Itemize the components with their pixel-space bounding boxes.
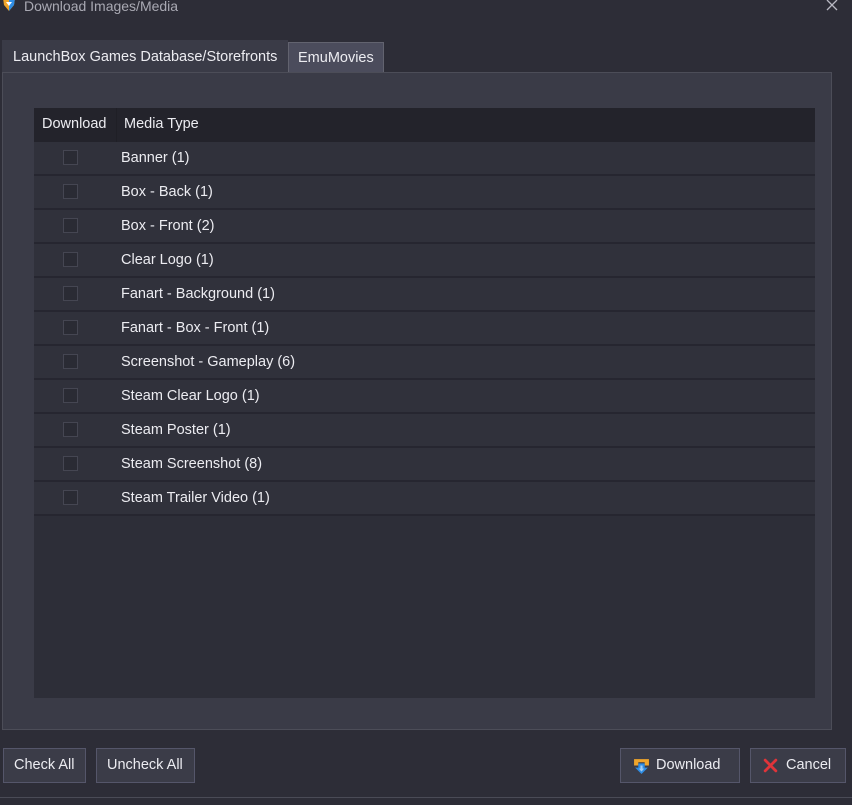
download-checkbox[interactable]: [63, 388, 78, 403]
tab-emumovies[interactable]: EmuMovies: [288, 42, 384, 72]
media-type-label: Fanart - Background (1): [121, 286, 275, 302]
tab-launchbox-database[interactable]: LaunchBox Games Database/Storefronts: [2, 40, 288, 73]
title-bar: Download Images/Media: [0, 0, 852, 14]
table-row[interactable]: Fanart - Box - Front (1): [34, 312, 815, 346]
table-row[interactable]: Banner (1): [34, 142, 815, 176]
media-type-label: Steam Screenshot (8): [121, 456, 263, 472]
media-type-label: Banner (1): [121, 150, 190, 166]
uncheck-all-button[interactable]: Uncheck All: [96, 748, 195, 783]
media-type-label: Screenshot - Gameplay (6): [121, 354, 296, 370]
window-bottom-border: [0, 797, 852, 798]
column-header-media-type[interactable]: Media Type: [124, 116, 199, 132]
table-row[interactable]: Box - Front (2): [34, 210, 815, 244]
table-row[interactable]: Steam Clear Logo (1): [34, 380, 815, 414]
grid-header: Download Media Type: [34, 108, 815, 142]
window-title: Download Images/Media: [24, 0, 179, 14]
table-row[interactable]: Steam Screenshot (8): [34, 448, 815, 482]
table-row[interactable]: Clear Logo (1): [34, 244, 815, 278]
table-row[interactable]: Screenshot - Gameplay (6): [34, 346, 815, 380]
media-type-label: Steam Clear Logo (1): [121, 388, 260, 404]
media-type-label: Box - Back (1): [121, 184, 213, 200]
media-type-label: Fanart - Box - Front (1): [121, 320, 270, 336]
download-checkbox[interactable]: [63, 320, 78, 335]
download-arrow-icon: [634, 759, 649, 774]
media-type-label: Steam Trailer Video (1): [121, 490, 270, 506]
red-x-icon: [763, 758, 778, 773]
table-row[interactable]: Steam Trailer Video (1): [34, 482, 815, 516]
download-checkbox[interactable]: [63, 286, 78, 301]
download-button[interactable]: Download: [620, 748, 740, 783]
download-checkbox[interactable]: [63, 218, 78, 233]
table-row[interactable]: Fanart - Background (1): [34, 278, 815, 312]
download-checkbox[interactable]: [63, 422, 78, 437]
download-checkbox[interactable]: [63, 490, 78, 505]
cancel-button[interactable]: Cancel: [750, 748, 846, 783]
table-row[interactable]: Steam Poster (1): [34, 414, 815, 448]
download-checkbox[interactable]: [63, 150, 78, 165]
cancel-button-label: Cancel: [786, 757, 832, 773]
media-type-label: Box - Front (2): [121, 218, 215, 234]
check-all-button[interactable]: Check All: [3, 748, 86, 783]
app-logo-icon: [3, 0, 15, 11]
download-button-label: Download: [656, 757, 721, 773]
download-checkbox[interactable]: [63, 184, 78, 199]
close-icon[interactable]: [822, 0, 842, 15]
download-checkbox[interactable]: [63, 252, 78, 267]
download-checkbox[interactable]: [63, 456, 78, 471]
media-type-grid: Download Media Type Banner (1) Box - Bac…: [34, 108, 815, 698]
table-row[interactable]: Box - Back (1): [34, 176, 815, 210]
column-header-download[interactable]: Download: [42, 116, 107, 132]
download-checkbox[interactable]: [63, 354, 78, 369]
media-type-label: Clear Logo (1): [121, 252, 214, 268]
media-type-label: Steam Poster (1): [121, 422, 231, 438]
